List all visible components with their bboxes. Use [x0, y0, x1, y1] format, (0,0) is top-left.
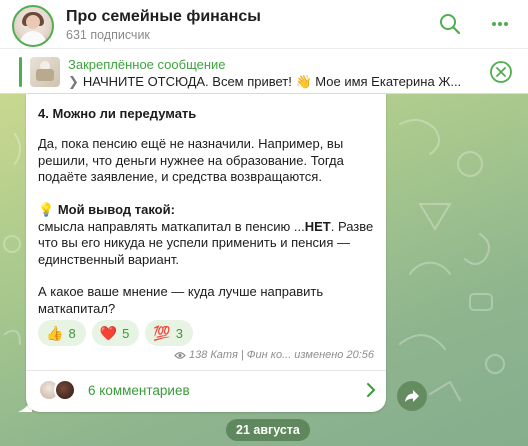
message-paragraph-1: Да, пока пенсию ещё не назначили. Наприм… [38, 136, 344, 184]
message-bubble: 4. Можно ли передумать Да, пока пенсию е… [26, 94, 386, 412]
reaction-thumbs-up[interactable]: 👍 8 [38, 320, 86, 346]
close-icon [490, 61, 512, 83]
pinned-text: НАЧНИТЕ ОТСЮДА. Всем привет! 👋 Мое имя Е… [82, 74, 462, 89]
pinned-thumbnail [30, 57, 60, 87]
heart-icon: ❤️ [99, 324, 118, 341]
message-meta: 138 Катя | Фин ко... изменено 20:56 [174, 349, 374, 361]
pinned-message-bar[interactable]: Закреплённое сообщение ❯ НАЧНИТЕ ОТСЮДА. … [0, 48, 528, 94]
pinned-title: Закреплённое сообщение [68, 57, 226, 72]
conclusion-line-pre: смысла направлять маткапитал в пенсию ..… [38, 218, 305, 234]
conclusion-line-bold: НЕТ [304, 218, 331, 234]
commenter-avatar [54, 379, 76, 401]
reaction-count: 8 [68, 325, 76, 341]
more-dots-icon [492, 22, 508, 26]
reaction-count: 3 [175, 325, 184, 341]
share-button[interactable] [397, 381, 427, 411]
view-count: 138 [188, 349, 208, 361]
message-conclusion: 💡 Мой вывод такой: смысла направлять мат… [38, 202, 374, 268]
message-question: А какое ваше мнение — куда лучше направи… [38, 284, 324, 316]
message-heading: 4. Можно ли передумать [38, 106, 197, 121]
views-eye-icon [174, 351, 186, 359]
hundred-icon: 💯 [153, 324, 171, 341]
chevron-right-icon [367, 383, 375, 397]
conclusion-line-post: . [330, 218, 335, 234]
comments-button[interactable]: 6 комментариев [26, 371, 386, 412]
channel-avatar[interactable] [12, 5, 54, 47]
pinned-indicator [19, 57, 22, 87]
reaction-heart[interactable]: ❤️ 5 [91, 320, 140, 346]
comments-label: 6 комментариев [88, 383, 190, 398]
lightbulb-icon: 💡 [38, 202, 55, 217]
channel-header: Про семейные финансы 631 подписчик [0, 0, 528, 48]
search-button[interactable] [436, 10, 464, 38]
subscriber-count: 631 подписчик [66, 28, 150, 42]
channel-title[interactable]: Про семейные финансы [66, 8, 261, 26]
pinned-text-row: ❯ НАЧНИТЕ ОТСЮДА. Всем привет! 👋 Мое имя … [68, 74, 488, 90]
search-icon [440, 14, 461, 35]
reactions-row: 👍 8 ❤️ 5 💯 3 [38, 320, 194, 346]
conclusion-title: Мой вывод такой: [57, 202, 175, 217]
share-arrow-icon [405, 390, 419, 402]
close-pinned-button[interactable] [489, 60, 513, 84]
avatar-face [26, 15, 40, 29]
reaction-hundred[interactable]: 💯 3 [145, 320, 194, 346]
forward-chevron-icon: ❯ [68, 74, 79, 89]
avatar-body [20, 31, 46, 45]
thumb-shape-2 [36, 69, 54, 81]
author-edited-time: Катя | Фин ко... изменено 20:56 [210, 349, 374, 361]
date-divider: 21 августа [226, 419, 310, 441]
reaction-count: 5 [122, 325, 130, 341]
thumbs-up-icon: 👍 [46, 324, 64, 341]
more-button[interactable] [486, 10, 514, 38]
